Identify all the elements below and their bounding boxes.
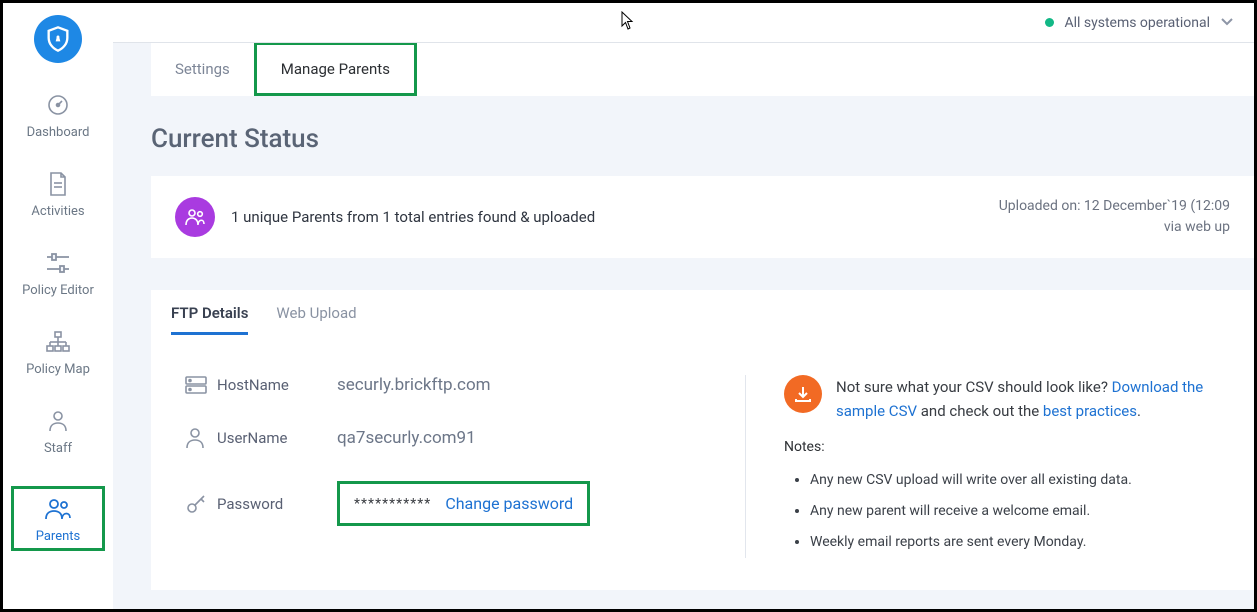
best-practices-link[interactable]: best practices xyxy=(1043,402,1137,420)
tab-ftp-details[interactable]: FTP Details xyxy=(171,304,248,335)
sidebar-item-staff[interactable]: Staff xyxy=(3,407,113,456)
sidebar-item-label: Activities xyxy=(31,204,84,219)
top-tabs: Settings Manage Parents xyxy=(151,43,1254,96)
person-icon xyxy=(47,407,69,435)
help-text: Not sure what your CSV should look like?… xyxy=(836,375,1220,423)
status-summary: 1 unique Parents from 1 total entries fo… xyxy=(231,208,595,226)
tab-settings[interactable]: Settings xyxy=(151,43,254,96)
sliders-icon xyxy=(45,249,71,277)
key-icon xyxy=(185,493,217,515)
sidebar-item-label: Policy Map xyxy=(26,362,90,377)
field-value: qa7securly.com91 xyxy=(337,428,476,448)
help-intro: Not sure what your CSV should look like? xyxy=(836,378,1112,396)
status-dot-icon xyxy=(1045,18,1054,27)
inner-tabs: FTP Details Web Upload xyxy=(151,290,1254,335)
page-title: Current Status xyxy=(151,124,1254,154)
list-item: Any new CSV upload will write over all e… xyxy=(810,465,1220,496)
upload-source: via web up xyxy=(999,217,1230,238)
tab-manage-parents[interactable]: Manage Parents xyxy=(254,43,417,96)
ftp-fields: HostName securly.brickftp.com UserName q… xyxy=(185,375,745,558)
field-label: UserName xyxy=(217,429,337,447)
help-top: Not sure what your CSV should look like?… xyxy=(784,375,1220,423)
document-icon xyxy=(47,170,69,198)
field-username: UserName qa7securly.com91 xyxy=(185,427,745,449)
notes-title: Notes: xyxy=(784,439,1220,455)
detail-card: FTP Details Web Upload HostName securly.… xyxy=(151,290,1254,590)
help-dot: . xyxy=(1137,402,1141,420)
chevron-down-icon[interactable] xyxy=(1220,15,1234,31)
field-password: Password *********** Change password xyxy=(185,481,745,526)
sidebar-item-label: Staff xyxy=(44,441,72,456)
tab-label: Web Upload xyxy=(276,304,356,322)
user-icon xyxy=(185,427,217,449)
detail-body: HostName securly.brickftp.com UserName q… xyxy=(151,335,1254,578)
system-status-text: All systems operational xyxy=(1064,15,1210,31)
field-label: Password xyxy=(217,495,337,513)
tab-web-upload[interactable]: Web Upload xyxy=(276,304,356,335)
parents-badge-icon xyxy=(175,197,215,237)
status-meta: Uploaded on: 12 December`19 (12:09 via w… xyxy=(999,196,1230,238)
sidebar-item-policy-editor[interactable]: Policy Editor xyxy=(3,249,113,298)
help-mid: and check out the xyxy=(917,402,1043,420)
sidebar-item-label: Dashboard xyxy=(27,125,90,140)
list-item: Weekly email reports are sent every Mond… xyxy=(810,527,1220,558)
main-content: Settings Manage Parents Current Status 1… xyxy=(113,43,1254,609)
sidebar: Dashboard Activities Policy Editor Polic… xyxy=(3,3,113,609)
field-label: HostName xyxy=(217,376,337,394)
tab-label: Settings xyxy=(175,60,230,78)
cursor-icon xyxy=(621,11,635,31)
password-masked: *********** xyxy=(354,496,431,512)
upload-time: Uploaded on: 12 December`19 (12:09 xyxy=(999,196,1230,217)
server-icon xyxy=(185,376,217,394)
status-card: 1 unique Parents from 1 total entries fo… xyxy=(151,176,1254,258)
sidebar-item-policy-map[interactable]: Policy Map xyxy=(3,328,113,377)
field-value: securly.brickftp.com xyxy=(337,375,491,395)
app-logo xyxy=(34,15,82,63)
sidebar-item-dashboard[interactable]: Dashboard xyxy=(3,91,113,140)
gauge-icon xyxy=(46,91,70,119)
tab-label: FTP Details xyxy=(171,304,248,322)
parents-icon xyxy=(44,495,72,523)
sidebar-item-label: Parents xyxy=(36,529,81,544)
password-box: *********** Change password xyxy=(337,481,590,526)
topbar: All systems operational xyxy=(113,3,1254,43)
download-icon xyxy=(784,375,822,413)
change-password-link[interactable]: Change password xyxy=(445,494,573,513)
list-item: Any new parent will receive a welcome em… xyxy=(810,496,1220,527)
tab-label: Manage Parents xyxy=(281,60,390,78)
field-hostname: HostName securly.brickftp.com xyxy=(185,375,745,395)
sidebar-item-label: Policy Editor xyxy=(22,283,94,298)
sidebar-item-activities[interactable]: Activities xyxy=(3,170,113,219)
sitemap-icon xyxy=(45,328,71,356)
sidebar-item-parents[interactable]: Parents xyxy=(11,486,105,551)
notes-list: Any new CSV upload will write over all e… xyxy=(784,465,1220,557)
help-panel: Not sure what your CSV should look like?… xyxy=(745,375,1220,558)
